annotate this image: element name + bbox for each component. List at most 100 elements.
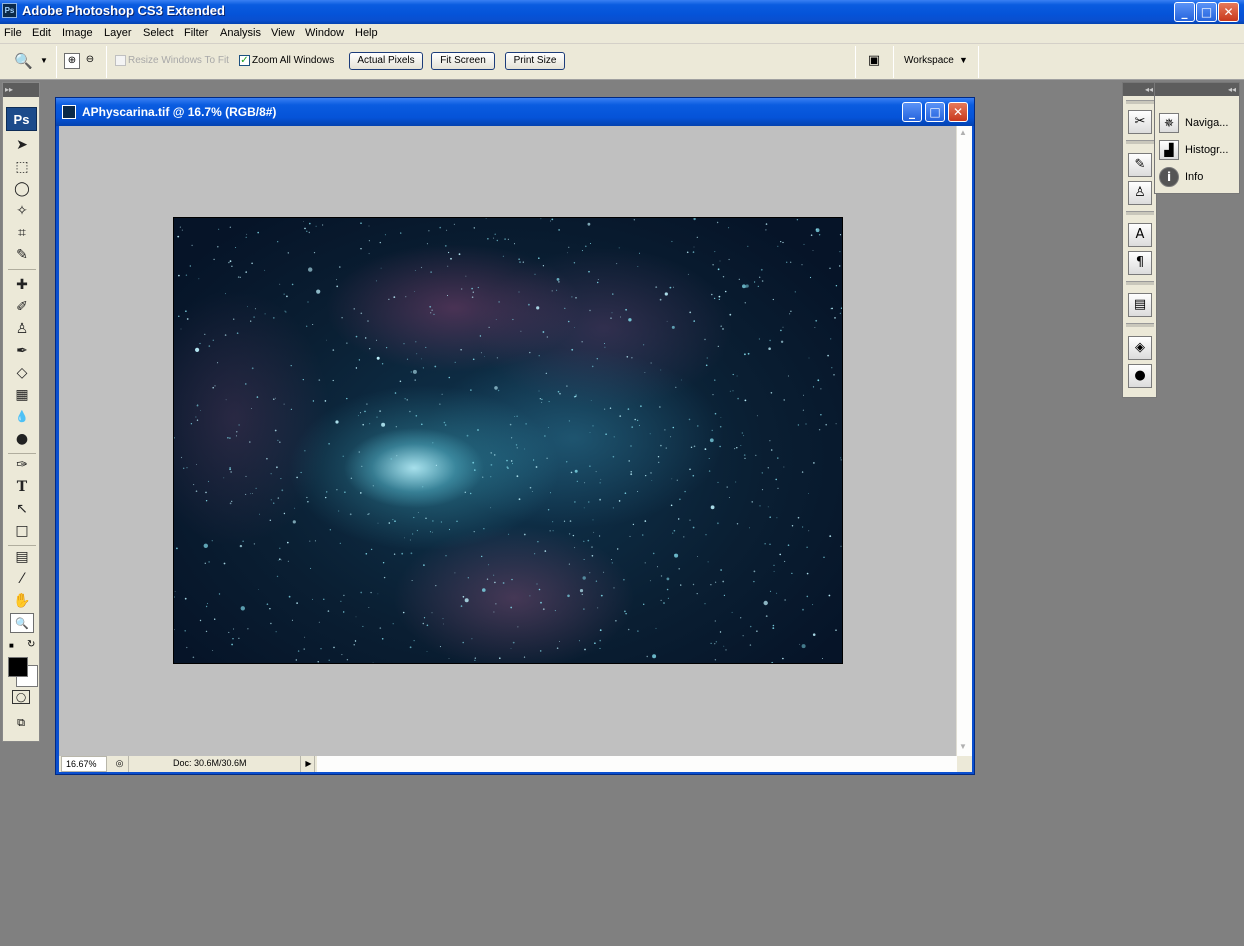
star (414, 291, 416, 292)
zoom-out-icon[interactable]: ⊖ (82, 53, 98, 69)
tool-presets-icon[interactable]: ✂ (1128, 110, 1152, 134)
histogram-panel-tab[interactable]: ▟ Histogr... (1159, 139, 1239, 161)
maximize-button[interactable]: □ (1196, 2, 1217, 22)
menu-file[interactable]: File (4, 27, 22, 39)
layers-icon[interactable]: ◈ (1128, 336, 1152, 360)
clone-stamp-tool-icon[interactable]: ♙ (10, 319, 34, 339)
info-panel-tab[interactable]: i Info (1159, 166, 1239, 188)
brush-tool-icon[interactable]: ✐ (10, 297, 34, 317)
eyedropper-tool-icon[interactable]: ⁄ (10, 569, 34, 589)
lasso-tool-icon[interactable]: ◯ (10, 179, 34, 199)
workspace-menu[interactable]: Workspace (904, 55, 954, 66)
quick-mask-icon[interactable]: ◯ (12, 690, 30, 704)
scroll-up-icon[interactable]: ▲ (959, 128, 967, 137)
star (483, 528, 485, 530)
dodge-tool-icon[interactable]: ● (10, 429, 34, 449)
fit-screen-button[interactable]: Fit Screen (431, 52, 495, 70)
history-brush-tool-icon[interactable]: ✒ (10, 341, 34, 361)
star (556, 278, 560, 281)
gradient-tool-icon[interactable]: ▦ (10, 385, 34, 405)
close-button[interactable]: ✕ (1218, 2, 1239, 22)
star (423, 617, 426, 619)
menu-image[interactable]: Image (62, 27, 93, 39)
menu-help[interactable]: Help (355, 27, 378, 39)
clone-source-icon[interactable]: ♙ (1128, 181, 1152, 205)
status-info-icon[interactable]: ◎ (111, 756, 129, 772)
menu-window[interactable]: Window (305, 27, 344, 39)
notes-tool-icon[interactable]: ▤ (10, 547, 34, 567)
nebula-image[interactable] (173, 217, 843, 664)
resize-windows-checkbox[interactable] (115, 55, 126, 66)
star (520, 330, 522, 332)
bridge-icon[interactable]: ▣ (862, 53, 886, 71)
hand-tool-icon[interactable]: ✋ (10, 591, 34, 611)
zoom-all-windows-checkbox[interactable]: ✓ (239, 55, 250, 66)
move-tool-icon[interactable]: ➤ (10, 135, 34, 155)
star (588, 270, 590, 273)
eraser-tool-icon[interactable]: ◇ (10, 363, 34, 383)
screen-mode-icon[interactable]: ⧉ (12, 717, 30, 731)
channels-icon[interactable]: ● (1128, 364, 1152, 388)
menu-analysis[interactable]: Analysis (220, 27, 261, 39)
star (803, 394, 804, 396)
tools-panel-handle[interactable]: ▸▸ (3, 83, 39, 97)
layer-comps-icon[interactable]: ▤ (1128, 293, 1152, 317)
zoom-in-icon[interactable]: ⊕ (64, 53, 80, 69)
menu-layer[interactable]: Layer (104, 27, 132, 39)
actual-pixels-button[interactable]: Actual Pixels (349, 52, 423, 70)
magic-wand-tool-icon[interactable]: ✧ (10, 201, 34, 221)
type-tool-icon[interactable]: T (10, 477, 34, 497)
brushes-icon[interactable]: ✎ (1128, 153, 1152, 177)
crop-tool-icon[interactable]: ⌗ (10, 223, 34, 243)
star (815, 228, 820, 233)
shape-tool-icon[interactable]: □ (10, 521, 34, 541)
menu-select[interactable]: Select (143, 27, 174, 39)
blur-tool-icon[interactable]: 💧 (10, 407, 34, 427)
doc-minimize-button[interactable]: _ (902, 102, 922, 122)
dock-panel-collapse-handle[interactable]: ◂◂ (1155, 83, 1239, 96)
menu-view[interactable]: View (271, 27, 295, 39)
star (782, 326, 784, 328)
star (558, 281, 560, 283)
path-selection-tool-icon[interactable]: ↖ (10, 499, 34, 519)
paragraph-icon[interactable]: ¶ (1128, 251, 1152, 275)
default-colors-icon[interactable]: ■ (9, 641, 14, 650)
star (773, 564, 775, 566)
star (546, 336, 548, 338)
healing-brush-tool-icon[interactable]: ✚ (10, 275, 34, 295)
zoom-level-field[interactable]: 16.67% (61, 756, 107, 772)
star (245, 493, 247, 495)
doc-close-button[interactable]: ✕ (948, 102, 968, 122)
menu-edit[interactable]: Edit (32, 27, 51, 39)
character-icon[interactable]: A (1128, 223, 1152, 247)
status-menu-arrow-icon[interactable]: ▶ (303, 756, 315, 772)
workspace-dropdown-icon[interactable]: ▼ (959, 55, 968, 65)
menu-filter[interactable]: Filter (184, 27, 208, 39)
swap-colors-icon[interactable]: ↻ (27, 639, 35, 650)
navigator-panel-tab[interactable]: ✵ Naviga... (1159, 112, 1239, 134)
star (367, 320, 369, 322)
pen-tool-icon[interactable]: ✑ (10, 455, 34, 475)
marquee-tool-icon[interactable]: ⬚ (10, 157, 34, 177)
foreground-color-swatch[interactable] (8, 657, 28, 677)
star (490, 464, 493, 466)
tool-preset-dropdown-arrow[interactable]: ▼ (40, 56, 48, 65)
zoom-tool-preset-icon[interactable]: 🔍 (14, 52, 33, 70)
slice-tool-icon[interactable]: ✎ (10, 245, 34, 265)
star (179, 226, 181, 228)
canvas-area[interactable] (59, 126, 956, 756)
dock-collapse-handle[interactable]: ◂◂ (1123, 83, 1156, 96)
scroll-down-icon[interactable]: ▼ (959, 742, 967, 751)
document-title-bar[interactable]: APhyscarina.tif @ 16.7% (RGB/8#) _ □ ✕ (56, 98, 974, 126)
doc-maximize-button[interactable]: □ (925, 102, 945, 122)
horizontal-scrollbar[interactable] (317, 756, 957, 772)
star (735, 481, 737, 483)
minimize-button[interactable]: _ (1174, 2, 1195, 22)
photoshop-logo[interactable]: Ps (6, 107, 37, 131)
star (379, 627, 382, 629)
zoom-tool-icon[interactable]: 🔍 (10, 613, 34, 633)
vertical-scrollbar[interactable]: ▲ ▼ (956, 126, 972, 756)
star (719, 631, 722, 633)
print-size-button[interactable]: Print Size (505, 52, 565, 70)
star (364, 410, 366, 413)
